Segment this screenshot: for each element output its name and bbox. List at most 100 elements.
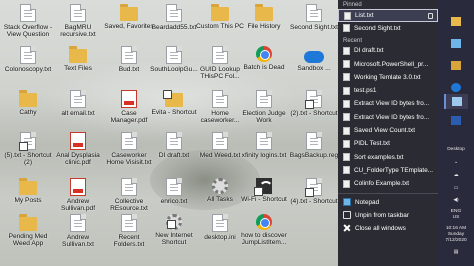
doc-line: [125, 144, 133, 145]
text-file-icon: [306, 4, 322, 22]
taskbar-app-edge[interactable]: [444, 80, 468, 95]
text-file-icon: [343, 153, 350, 162]
pinned-item-second-sight[interactable]: Second Sight.txt: [338, 22, 438, 35]
doc-line: [260, 144, 268, 145]
jump-item-label: DI draft.txt: [354, 47, 384, 55]
desktop-icon-label: Text Files: [64, 65, 92, 72]
desktop-icon[interactable]: (4).txt - Shortcut: [288, 178, 340, 228]
desktop-icon[interactable]: Batch is Dead: [238, 46, 290, 96]
text-file-icon: [343, 73, 350, 82]
desktop-icon[interactable]: New Internet Shortcut: [148, 214, 200, 264]
desktop-icon[interactable]: DI draft.txt: [148, 132, 200, 182]
doc-line: [24, 10, 32, 11]
folder-icon: [19, 178, 37, 195]
recent-item[interactable]: Colinfo Example.txt: [338, 178, 438, 191]
recent-item[interactable]: CU_FolderType TEmplate...: [338, 164, 438, 177]
doc-line: [310, 96, 318, 97]
recent-item[interactable]: Sort examples.txt: [338, 151, 438, 164]
recent-item[interactable]: Extract View ID bytes fro...: [338, 111, 438, 124]
notification-icon[interactable]: ▤: [438, 250, 474, 256]
doc-line: [170, 55, 178, 56]
jump-item-label: Extract View ID bytes fro...: [354, 100, 430, 108]
desktop-icon[interactable]: Andrew Sullivan.txt: [52, 214, 104, 264]
jump-item-label: List.txt: [355, 12, 374, 20]
doc-line: [216, 144, 224, 145]
desktop-icon-label: File History: [247, 23, 281, 30]
powershell-icon: [451, 116, 461, 125]
doc-line: [216, 141, 224, 142]
close-all-windows-button[interactable]: Close all windows: [338, 222, 438, 235]
close-icon: [343, 224, 351, 232]
pin-icon[interactable]: [428, 13, 433, 19]
folder-icon: [19, 90, 37, 107]
recent-item[interactable]: Extract View ID bytes fro...: [338, 98, 438, 111]
doc-line: [24, 52, 32, 53]
text-file-icon: [344, 11, 351, 20]
unpin-from-taskbar-button[interactable]: Unpin from taskbar: [338, 209, 438, 222]
desktop-icon-label: enrico.txt: [160, 198, 188, 205]
pinned-item-list-txt[interactable]: List.txt: [338, 9, 438, 23]
network-icon[interactable]: ▭: [438, 186, 474, 192]
desktop-icon[interactable]: Text Files: [52, 46, 104, 96]
desktop-toolbar-label[interactable]: Desktop: [438, 147, 474, 153]
doc-line: [125, 184, 133, 185]
taskbar-app-powershell[interactable]: [444, 113, 468, 128]
doc-line: [74, 102, 82, 103]
text-file-icon: [343, 60, 350, 69]
recent-item[interactable]: Working Temlate 3.0.txt: [338, 71, 438, 84]
desktop-icon[interactable]: Pending Med Weed App: [2, 214, 54, 264]
folder-icon: [163, 90, 183, 107]
doc-line: [310, 190, 318, 191]
doc-line: [125, 138, 133, 139]
doc-line: [216, 96, 224, 97]
doc-line: [216, 226, 224, 227]
desktop-icon[interactable]: how to discover JumpListItem...: [238, 214, 290, 264]
desktop-icon[interactable]: Anal Dysplasia clinic.pdf: [52, 132, 104, 182]
notepad-icon: [451, 39, 461, 48]
doc-line: [125, 223, 133, 224]
taskbar-app-folder[interactable]: [444, 14, 468, 29]
recent-item[interactable]: PIDL Test.txt: [338, 138, 438, 151]
desktop-icon[interactable]: (5).txt - Shortcut (2): [2, 132, 54, 182]
text-file-icon: [121, 178, 137, 196]
doc-line: [170, 16, 178, 17]
text-file-icon: [343, 166, 350, 175]
recent-list: DI draft.txt Microsoft.PowerShell_pr... Wo…: [338, 45, 438, 191]
doc-line: [310, 187, 318, 188]
onedrive-icon[interactable]: ☁: [438, 173, 474, 179]
desktop-icon[interactable]: Colonoscopy.txt: [2, 46, 54, 96]
edge-icon: [451, 83, 461, 92]
doc-line: [310, 16, 318, 17]
desktop-icon[interactable]: BagsBackup.reg: [288, 132, 340, 182]
recent-item[interactable]: DI draft.txt: [338, 45, 438, 58]
recent-item[interactable]: Microsoft.PowerShell_pr...: [338, 58, 438, 71]
jump-item-label: CU_FolderType TEmplate...: [354, 166, 434, 174]
doc-line: [170, 184, 178, 185]
taskbar-app-explorer[interactable]: [444, 58, 468, 73]
open-notepad-button[interactable]: Notepad: [338, 196, 438, 209]
doc-line: [74, 223, 82, 224]
desktop-icon-label: Colonoscopy.txt: [4, 66, 52, 73]
doc-line: [170, 13, 178, 14]
doc-line: [216, 102, 224, 103]
jump-item-label: Colinfo Example.txt: [354, 180, 410, 188]
recent-item[interactable]: Saved View Count.txt: [338, 124, 438, 137]
taskbar-app-notepad[interactable]: [444, 36, 468, 51]
volume-icon[interactable]: ◀): [438, 198, 474, 204]
notepad-icon: [452, 97, 462, 106]
doc-line: [216, 58, 224, 59]
desktop-icon[interactable]: xfinity logins.txt: [238, 132, 290, 182]
chevron-icon[interactable]: ⌄: [438, 160, 474, 166]
desktop-icon-label: Cathy: [19, 109, 37, 116]
desktop-icon-label: BagMRU recursive.txt: [60, 24, 96, 39]
desktop-icon[interactable]: SouthLoolpGu...: [148, 46, 200, 96]
doc-line: [170, 190, 178, 191]
recent-item[interactable]: test.ps1: [338, 84, 438, 97]
text-file-icon: [305, 90, 322, 109]
desktop-icon[interactable]: Sandbox ...: [288, 46, 340, 96]
taskbar-app-notepad-active[interactable]: [444, 94, 468, 109]
doc-line: [24, 55, 32, 56]
folder-icon: [19, 214, 37, 231]
divider: [338, 192, 438, 194]
doc-line: [24, 13, 32, 14]
